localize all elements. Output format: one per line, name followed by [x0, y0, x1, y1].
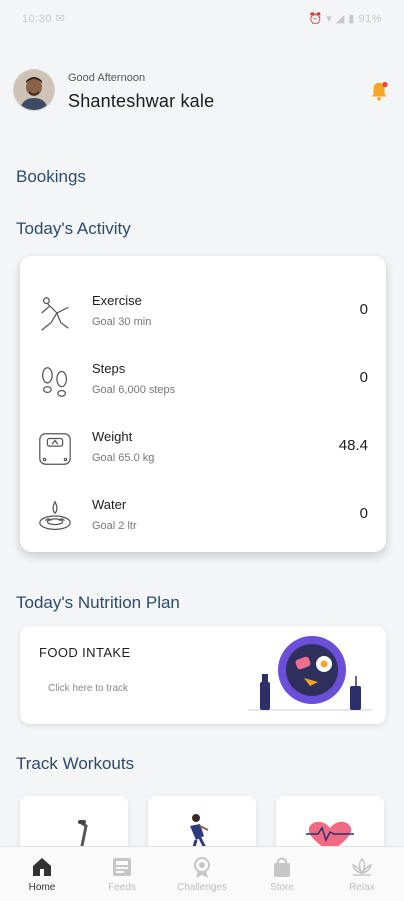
- nav-label: Home: [28, 882, 56, 893]
- profile-header: Good Afternoon Shanteshwar kale: [14, 70, 390, 114]
- activity-goal: Goal 6,000 steps: [92, 384, 176, 396]
- nav-feeds[interactable]: Feeds: [82, 847, 162, 901]
- lotus-icon: [351, 857, 373, 876]
- scale-icon: [39, 433, 71, 465]
- nutrition-heading: Today's Nutrition Plan: [16, 593, 180, 612]
- bottom-navigation: Home Feeds Challenges Store Relax: [0, 846, 404, 901]
- status-indicators: ⏰ ▾ ◢ ▮ 91%: [308, 13, 382, 25]
- activity-goal: Goal 65.0 kg: [92, 452, 155, 464]
- nav-store[interactable]: Store: [242, 847, 322, 901]
- activity-value: 0: [359, 301, 368, 318]
- activity-name: Water: [92, 497, 127, 512]
- nav-label: Relax: [349, 882, 375, 893]
- nav-home[interactable]: Home: [2, 847, 82, 901]
- feeds-icon: [113, 858, 131, 876]
- activity-heading: Today's Activity: [16, 219, 131, 238]
- nav-challenges[interactable]: Challenges: [162, 847, 242, 901]
- nav-relax[interactable]: Relax: [322, 847, 402, 901]
- food-plate-illustration-icon: [248, 636, 372, 711]
- avatar[interactable]: [14, 70, 54, 110]
- activity-row-water[interactable]: Water Goal 2 ltr 0: [20, 494, 386, 548]
- user-name: Shanteshwar kale: [68, 91, 215, 111]
- notification-bell-icon[interactable]: [368, 80, 390, 102]
- workouts-heading: Track Workouts: [16, 754, 135, 773]
- activity-row-weight[interactable]: Weight Goal 65.0 kg 48.4: [20, 426, 386, 480]
- activity-name: Steps: [92, 361, 126, 376]
- water-drop-icon: [39, 500, 71, 530]
- food-intake-title: FOOD INTAKE: [39, 645, 131, 660]
- status-time: 10:30 ✉: [22, 13, 66, 25]
- greeting-text: Good Afternoon: [68, 72, 146, 84]
- nav-label: Challenges: [176, 882, 228, 893]
- activity-value: 48.4: [338, 437, 368, 454]
- activity-value: 0: [359, 369, 368, 386]
- food-intake-card[interactable]: FOOD INTAKE Click here to track: [20, 626, 386, 724]
- avatar-photo-icon: [14, 70, 54, 110]
- nav-label: Feeds: [108, 882, 136, 893]
- activity-goal: Goal 2 ltr: [92, 520, 137, 532]
- exercise-icon: [41, 297, 69, 331]
- medal-icon: [194, 857, 210, 878]
- home-icon: [33, 858, 51, 876]
- activity-name: Exercise: [92, 293, 142, 308]
- food-intake-subtitle: Click here to track: [48, 683, 129, 694]
- activity-value: 0: [359, 505, 368, 522]
- activity-name: Weight: [92, 429, 133, 444]
- activity-row-steps[interactable]: Steps Goal 6,000 steps 0: [20, 358, 386, 412]
- shopping-bag-icon: [274, 857, 290, 877]
- footsteps-icon: [42, 367, 68, 397]
- bookings-heading[interactable]: Bookings: [16, 167, 86, 187]
- status-bar: 10:30 ✉ ⏰ ▾ ◢ ▮ 91%: [0, 0, 404, 36]
- activity-card: Exercise Goal 30 min 0 Steps Goal 6,000 …: [20, 256, 386, 552]
- nav-label: Store: [270, 882, 294, 893]
- activity-row-exercise[interactable]: Exercise Goal 30 min 0: [20, 290, 386, 344]
- activity-goal: Goal 30 min: [92, 316, 152, 328]
